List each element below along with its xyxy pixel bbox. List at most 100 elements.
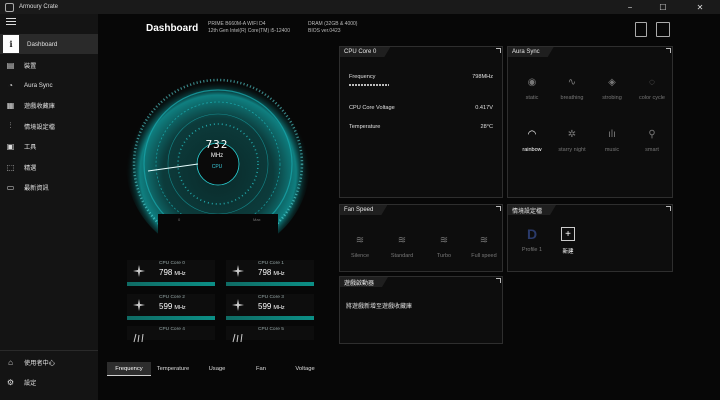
new-profile-button[interactable]: + 新建 [548,227,588,255]
game-launcher-message[interactable]: 將遊戲新增至遊戲收藏庫 [346,301,412,310]
maximize-button[interactable]: ☐ [648,0,678,14]
panel-title: Fan Speed [344,207,374,213]
core-card-5[interactable]: CPU Core 5 [226,326,314,343]
sidebar-item-label: 工具 [24,143,37,151]
panel-header: Aura Sync [508,47,554,57]
core-card-2[interactable]: CPU Core 2 599 MHz [127,294,215,316]
close-button[interactable]: ✕ [685,0,715,14]
cpu-fan-icon [232,299,244,311]
add-profile-icon: + [561,227,575,241]
motherboard-label: PRIME B660M-A WIFI D4 [208,21,266,27]
tab-fan[interactable]: Fan [239,362,283,376]
cpu-core-panel[interactable]: CPU Core 0 Frequency 798MHz CPU Core Vol… [339,46,503,198]
color-cycle-icon: ◌ [649,76,655,88]
sidebar-item-dashboard[interactable]: i Dashboard [0,34,98,54]
main-content: Dashboard PRIME B660M-A WIFI D4 12th Gen… [98,14,720,400]
gauge-unit: MHz [210,153,224,159]
effect-label: strobing [602,95,622,101]
sidebar-item-news[interactable]: ▭ 最新資訊 [0,177,98,197]
toolbox-icon: ▣ [6,141,15,151]
gauge-max-label: Max [253,217,261,222]
aura-sync-panel[interactable]: Aura Sync ◉ static ∿ breathing ◈ strobin… [507,46,673,198]
sidebar-item-tools[interactable]: ▣ 工具 [0,136,98,156]
tab-temperature[interactable]: Temperature [151,362,195,376]
panel-header: 遊戲啟動器 [340,277,388,287]
core-value: 599 MHz [258,302,285,311]
aura-effect-strobing[interactable]: ◈ strobing [592,75,632,102]
aura-effect-breathing[interactable]: ∿ breathing [552,75,592,102]
profile-label: Profile 1 [521,247,543,253]
starry-night-icon: ✲ [567,128,577,140]
sidebar-item-game-library[interactable]: ▦ 遊戲收藏庫 [0,95,98,115]
layout-icon[interactable] [656,22,670,37]
core-card-1[interactable]: CPU Core 1 798 MHz [226,260,314,282]
cpu-fan-icon [232,333,243,343]
breathing-icon: ∿ [567,76,577,88]
sidebar-item-aura-sync[interactable]: ◔ Aura Sync [0,75,98,95]
fan-mode-silence[interactable]: ≋ Silence [340,233,380,260]
info-icon: i [3,35,19,53]
fan-speed-panel[interactable]: Fan Speed ≋ Silence ≋ Standard ≋ Turbo ≋… [339,204,503,272]
sidebar-item-featured[interactable]: ⬚ 精選 [0,157,98,177]
menu-toggle-icon[interactable] [6,18,16,26]
sidebar-item-label: Dashboard [27,40,58,48]
effect-label: color cycle [639,95,665,101]
panel-corner-icon [496,48,501,53]
fan-turbo-icon: ≋ [439,234,449,246]
window-title: Armoury Crate [19,4,59,10]
panel-header: CPU Core 0 [340,47,390,57]
gauge-label: CPU [211,164,223,170]
cpu-fan-icon [133,333,144,343]
sidebar-item-label: 情境設定檔 [24,123,55,131]
profile-label: 新建 [562,249,574,255]
panel-corner-icon [496,278,501,283]
core-card-0[interactable]: CPU Core 0 798 MHz [127,260,215,282]
tab-usage[interactable]: Usage [195,362,239,376]
core-card-4[interactable]: CPU Core 4 [127,326,215,343]
sidebar-item-settings[interactable]: ⚙ 設定 [0,372,98,392]
core-value: 599 MHz [159,302,186,311]
sidebar-item-devices[interactable]: ▤ 裝置 [0,55,98,75]
profile-r-icon[interactable] [635,22,647,37]
mode-label: Full speed [471,253,497,259]
fan-mode-full-speed[interactable]: ≋ Full speed [464,233,504,260]
minimize-button[interactable]: − [615,0,645,14]
sidebar-item-label: 遊戲收藏庫 [24,102,55,110]
effect-label: music [604,147,620,153]
tab-voltage[interactable]: Voltage [283,362,327,376]
aura-effect-static[interactable]: ◉ static [512,75,552,102]
row-label: CPU Core Voltage [349,105,395,111]
temperature-row: Temperature 28°C [349,124,493,130]
aura-effect-rainbow[interactable]: ◠ rainbow [512,127,552,154]
effect-label: rainbow [522,147,542,153]
aura-effect-smart[interactable]: ⚲ smart [632,127,672,154]
game-launcher-panel[interactable]: 遊戲啟動器 將遊戲新增至遊戲收藏庫 [339,276,503,344]
aura-effect-starry-night[interactable]: ✲ starry night [552,127,592,154]
row-value: 0.417V [475,105,493,111]
row-label: Temperature [349,124,381,130]
fan-silence-icon: ≋ [355,234,365,246]
aura-effect-color-cycle[interactable]: ◌ color cycle [632,75,672,102]
cpu-fan-icon [133,265,145,277]
sidebar-item-user-center[interactable]: ⌂ 使用者中心 [0,352,98,372]
keyboard-icon: ▤ [6,60,15,70]
fan-mode-standard[interactable]: ≋ Standard [382,233,422,260]
sidebar-item-scenario-profiles[interactable]: ⫶ 情境設定檔 [0,116,98,136]
metric-tabs: Frequency Temperature Usage Fan Voltage [107,362,327,376]
library-icon: ▦ [6,100,15,110]
aura-effect-music[interactable]: ılı music [592,127,632,154]
news-icon: ▭ [6,182,15,192]
core-label: CPU Core 0 [159,261,185,266]
scenario-profile-panel[interactable]: 情境設定檔 D Profile 1 + 新建 [507,204,673,272]
panel-title: CPU Core 0 [344,49,377,55]
gauge-min-label: 0 [178,217,181,222]
sidebar-item-label: 裝置 [24,62,37,70]
tab-frequency[interactable]: Frequency [107,362,151,376]
frequency-row: Frequency 798MHz [349,74,493,80]
user-center-icon: ⌂ [8,357,13,367]
sidebar: i Dashboard ▤ 裝置 ◔ Aura Sync ▦ 遊戲收藏庫 ⫶ 情… [0,14,98,400]
fan-mode-turbo[interactable]: ≋ Turbo [424,233,464,260]
sidebar-item-label: Aura Sync [24,81,53,89]
core-card-3[interactable]: CPU Core 3 599 MHz [226,294,314,316]
profile-item-1[interactable]: D Profile 1 [512,226,552,253]
